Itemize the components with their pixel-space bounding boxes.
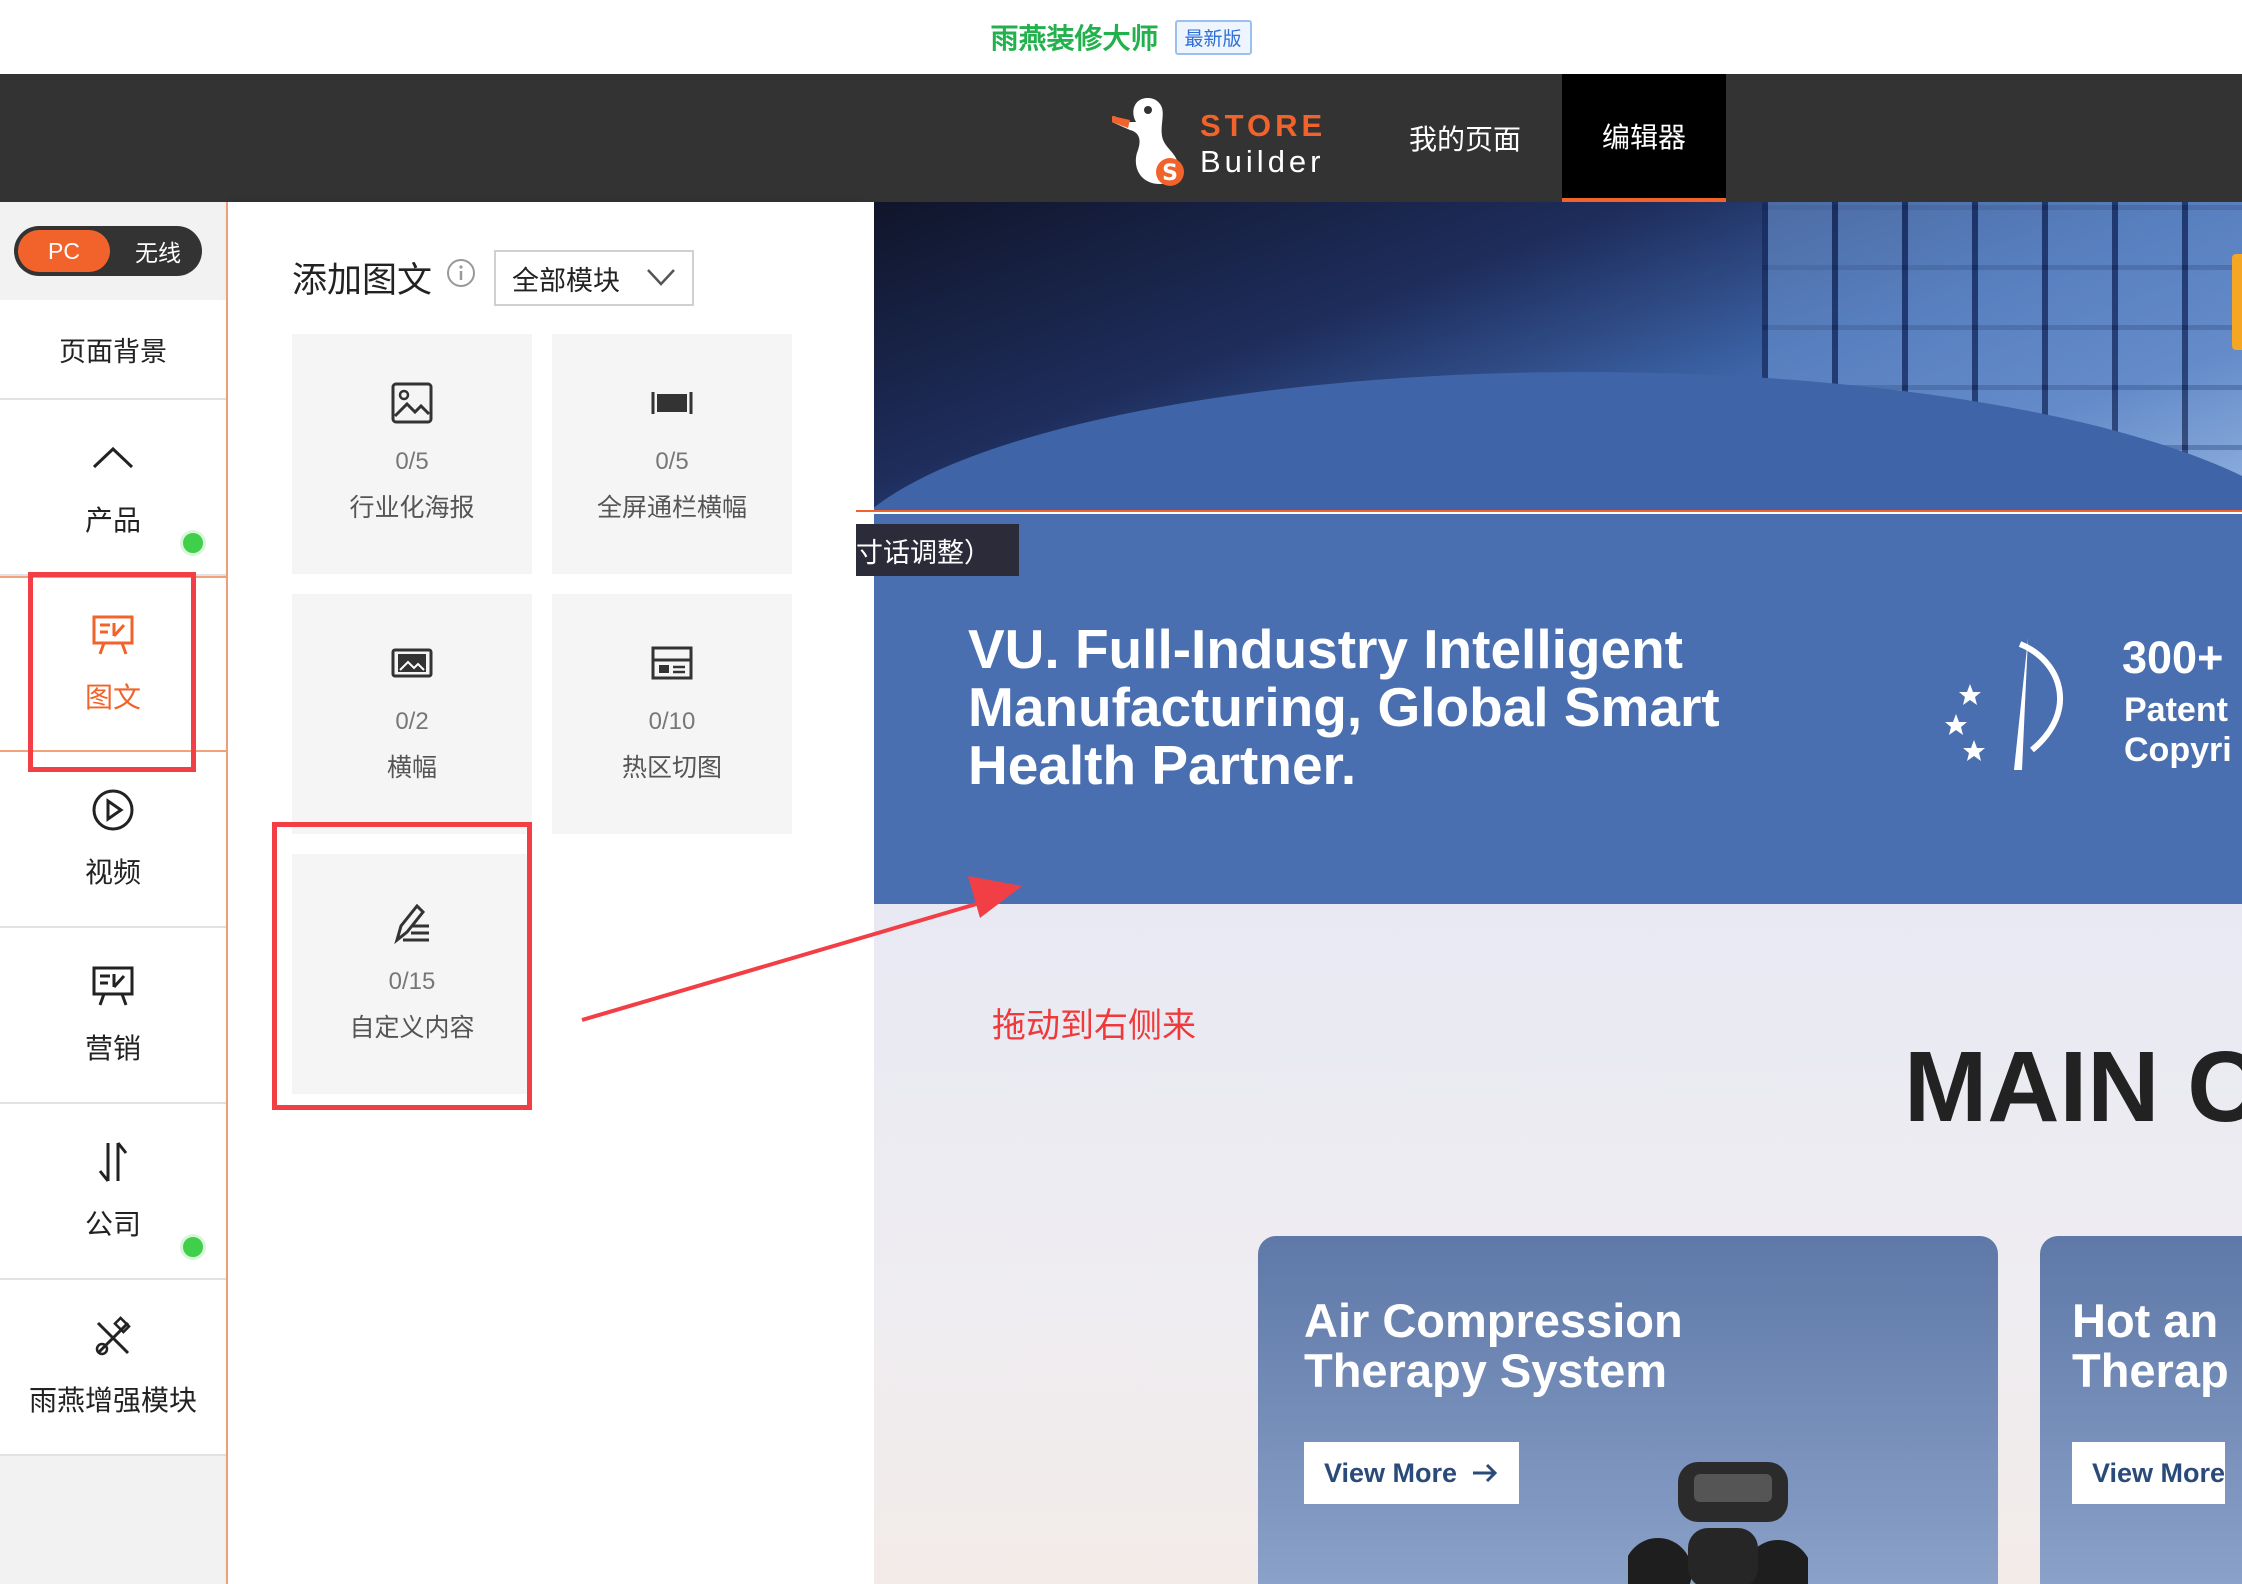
sidebar-item-label: 雨燕增强模块: [28, 1385, 197, 1416]
view-more-label: View More: [2092, 1457, 2226, 1488]
card-title-line-2: Therap: [2072, 1344, 2229, 1397]
band-headline: VU. Full-Industry Intelligent Manufactur…: [968, 618, 1720, 796]
svg-text:S: S: [1162, 161, 1178, 186]
main-heading: MAIN C: [1904, 1031, 2242, 1143]
fullscreen-banner-icon: [651, 392, 693, 414]
laurel-emblem-icon: [1945, 638, 2063, 770]
size-adjust-hint-tag[interactable]: 寸话调整）: [856, 524, 1019, 576]
product-card-air-compression[interactable]: Air Compression Therapy System View More: [1258, 1236, 1998, 1584]
logo-text-builder: Builder: [1200, 144, 1325, 179]
status-dot: [180, 1234, 206, 1260]
sort-arrows-icon: [98, 1142, 128, 1182]
logo-text-store: STORE: [1200, 108, 1327, 143]
sidebar-item-label: 公司: [84, 1209, 141, 1240]
app-header: S STORE Builder 我的页面 编辑器: [0, 74, 2242, 202]
stat-caption-line-2: Copyri: [2124, 731, 2232, 769]
tile-count: 0/10: [648, 708, 696, 735]
drag-hint-annotation: 拖动到右侧来: [992, 1007, 1196, 1045]
module-tile-banner[interactable]: 0/2 横幅: [292, 594, 532, 834]
sidebar-item-page-background[interactable]: 页面背景: [0, 300, 226, 400]
tools-icon: [95, 1316, 131, 1356]
product-card-hot-therapy[interactable]: Hot an Therap View More: [2040, 1236, 2242, 1584]
tile-count: 0/5: [655, 448, 689, 475]
tile-count: 0/5: [395, 448, 429, 475]
sidebar-item-label: 营销: [84, 1033, 141, 1064]
toggle-wireless[interactable]: 无线: [118, 230, 198, 272]
tile-label: 全屏通栏横幅: [596, 494, 747, 522]
band-stat-number: 300+: [2122, 632, 2224, 683]
filter-selected-value: 全部模块: [512, 265, 620, 296]
sidebar-item-marketing[interactable]: 营销: [0, 928, 226, 1104]
version-badge[interactable]: 最新版: [1174, 19, 1252, 55]
module-tile-industry-poster[interactable]: 0/5 行业化海报: [292, 334, 532, 574]
sidebar-item-company[interactable]: 公司: [0, 1104, 226, 1280]
device-toggle[interactable]: PC 无线: [14, 226, 202, 276]
tile-count: 0/2: [395, 708, 429, 735]
hero-banner-image[interactable]: [874, 202, 2242, 510]
duck-logo-icon: S: [1112, 98, 1184, 186]
nav-editor[interactable]: 编辑器: [1562, 74, 1726, 202]
card-title-line-1: Hot an: [2072, 1294, 2219, 1347]
tile-label: 热区切图: [621, 754, 722, 782]
arrow-right-icon: [1473, 1463, 1498, 1483]
tile-label: 行业化海报: [349, 494, 475, 522]
chevron-up-icon: [92, 446, 134, 469]
band-stat-caption: Patent Copyri: [2124, 690, 2232, 770]
nav-my-pages[interactable]: 我的页面: [1380, 74, 1550, 202]
stat-caption-line-1: Patent: [2124, 691, 2228, 729]
annotation-highlight-box: [272, 822, 532, 1110]
panel-title: 添加图文: [292, 261, 433, 300]
card-title: Air Compression Therapy System: [1304, 1296, 1683, 1396]
massage-device-image: [1628, 1462, 1808, 1584]
side-edit-tab[interactable]: [2232, 254, 2242, 350]
card-title: Hot an Therap: [2072, 1296, 2229, 1396]
sidebar-item-video[interactable]: 视频: [0, 752, 226, 928]
banner-icon: [391, 648, 433, 678]
chevron-down-icon: [647, 269, 675, 286]
module-tile-fullscreen-banner[interactable]: 0/5 全屏通栏横幅: [552, 334, 792, 574]
device-toggle-area: PC 无线: [0, 202, 226, 300]
image-icon: [391, 382, 433, 424]
annotation-highlight-box: [28, 572, 196, 772]
play-circle-icon: [92, 789, 134, 831]
tile-label: 横幅: [386, 754, 437, 782]
module-filter-select[interactable]: 全部模块: [494, 250, 694, 306]
left-sidebar: PC 无线 页面背景 产品 图文 视频 营销 公司 雨燕增强模块: [0, 202, 228, 1584]
view-more-button[interactable]: View More: [2072, 1442, 2226, 1504]
sidebar-item-product[interactable]: 产品: [0, 400, 226, 576]
sidebar-item-enhanced-modules[interactable]: 雨燕增强模块: [0, 1280, 226, 1456]
section-divider-line: [856, 510, 2242, 512]
sidebar-item-label: 产品: [84, 505, 141, 536]
info-icon[interactable]: [446, 258, 476, 288]
card-title-line-2: Therapy System: [1304, 1344, 1668, 1397]
view-more-label: View More: [1324, 1457, 1458, 1488]
store-builder-logo[interactable]: S STORE Builder: [1108, 88, 1338, 188]
presentation-icon: [92, 966, 134, 1006]
status-dot: [180, 530, 206, 556]
card-title-line-1: Air Compression: [1304, 1294, 1683, 1347]
app-title: 雨燕装修大师: [990, 23, 1159, 54]
toggle-pc[interactable]: PC: [18, 230, 110, 272]
top-title-strip: 雨燕装修大师 最新版: [0, 0, 2242, 74]
module-tile-hotspot[interactable]: 0/10 热区切图: [552, 594, 792, 834]
view-more-button[interactable]: View More: [1304, 1442, 1520, 1504]
hotspot-icon: [651, 646, 693, 680]
sidebar-item-label: 视频: [84, 857, 141, 888]
